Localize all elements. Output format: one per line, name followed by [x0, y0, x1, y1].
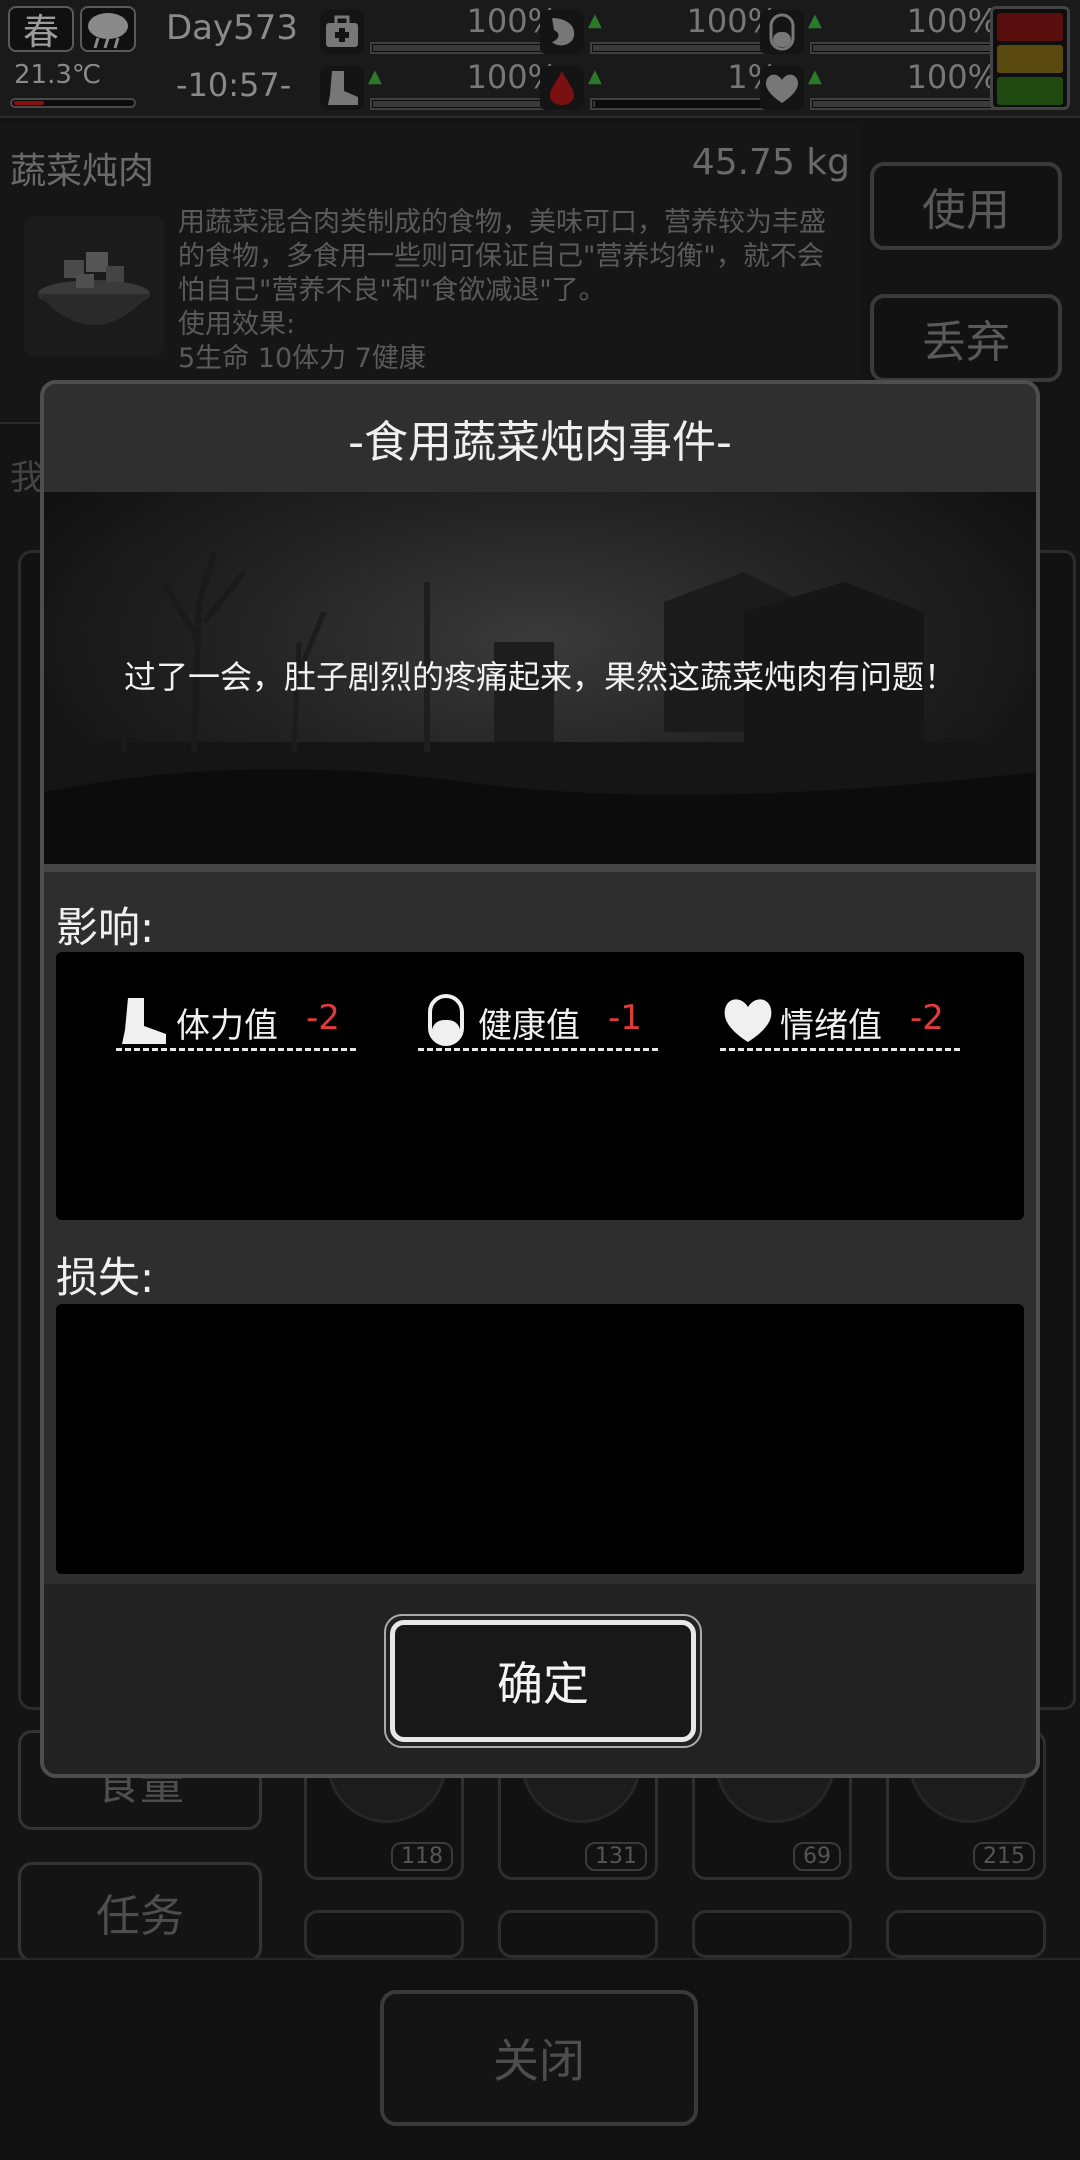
effect-health: 健康值 -1	[418, 988, 662, 1052]
boot-icon	[320, 66, 364, 110]
temperature-bar	[10, 98, 136, 108]
stat-bar	[810, 42, 1000, 54]
effect-value: -1	[608, 998, 642, 1038]
effect-mood: 情绪值 -2	[720, 988, 964, 1052]
alert-light-icon[interactable]	[990, 6, 1070, 110]
stat-fill	[593, 45, 777, 51]
item-name: 蔬菜炖肉	[10, 151, 155, 192]
heart-icon	[760, 66, 804, 110]
day-counter: Day573	[166, 8, 299, 48]
item-detail-panel: 蔬菜炖肉 45.75 kg 用蔬菜混合肉类制成的食物，美味可口，营养较为丰盛的食…	[0, 124, 860, 424]
effect-label: 情绪值	[780, 1006, 882, 1046]
loss-list	[56, 1304, 1024, 1574]
event-dialog: -食用蔬菜炖肉事件- 过了一会，肚子剧烈的疼痛起来，果然这蔬菜炖肉有问题！ 影响…	[40, 380, 1040, 1778]
impact-heading: 影响:	[56, 903, 155, 952]
stomach-icon	[540, 10, 584, 54]
arrow-up-icon: ▲	[808, 66, 822, 87]
stat-medical[interactable]: 100%	[320, 2, 570, 56]
use-button[interactable]: 使用	[870, 162, 1062, 250]
slot-count: 215	[973, 1842, 1035, 1871]
stat-fill	[373, 101, 557, 107]
confirm-button[interactable]: 确定	[390, 1620, 696, 1742]
game-screen: 春 21.3℃ Day573 -10:57- 100% ▲ 100% ▲ 100…	[0, 0, 1080, 2160]
arrow-up-icon: ▲	[588, 10, 602, 31]
stew-bowl-icon	[24, 216, 164, 356]
inventory-slot[interactable]	[886, 1910, 1046, 1958]
inventory-slot[interactable]	[692, 1910, 852, 1958]
section-label-partial: 我	[10, 458, 44, 498]
temperature-fill	[14, 101, 44, 105]
stat-fill	[813, 45, 997, 51]
divider	[44, 864, 1036, 872]
stat-blood[interactable]: ▲ 1%	[540, 58, 790, 112]
status-bar: 春 21.3℃ Day573 -10:57- 100% ▲ 100% ▲ 100…	[0, 0, 1080, 118]
impact-list: 体力值 -2 健康值 -1 情绪值 -2	[56, 952, 1024, 1220]
tasks-tab[interactable]: 任务	[18, 1862, 262, 1962]
bottom-bar: 关闭	[0, 1958, 1080, 2160]
event-story-text: 过了一会，肚子剧烈的疼痛起来，果然这蔬菜炖肉有问题！	[123, 658, 956, 696]
confirm-button-frame: 确定	[384, 1614, 702, 1748]
clock: -10:57-	[176, 66, 292, 104]
stat-bar	[590, 42, 780, 54]
slot-count: 131	[585, 1842, 647, 1871]
capsule-icon	[760, 10, 804, 54]
event-scene-image: 过了一会，肚子剧烈的疼痛起来，果然这蔬菜炖肉有问题！	[44, 492, 1036, 864]
close-button[interactable]: 关闭	[380, 1990, 698, 2126]
stat-fill	[593, 101, 595, 107]
season-indicator: 春	[8, 6, 74, 53]
stat-mood[interactable]: ▲ 100%	[760, 58, 1010, 112]
stat-fill	[373, 45, 557, 51]
effect-label: 体力值	[176, 1006, 278, 1046]
discard-button[interactable]: 丢弃	[870, 294, 1062, 382]
stat-bar	[810, 98, 1000, 110]
dashed-underline	[418, 1048, 658, 1051]
stat-fill	[813, 101, 997, 107]
inventory-slot[interactable]	[498, 1910, 658, 1958]
arrow-up-icon: ▲	[588, 66, 602, 87]
blood-drop-icon	[540, 66, 584, 110]
stat-bar	[590, 98, 780, 110]
effect-value: -2	[306, 998, 340, 1038]
dashed-underline	[116, 1048, 356, 1051]
dashed-underline	[720, 1048, 960, 1051]
stat-value: 100%	[906, 2, 998, 40]
dialog-title: -食用蔬菜炖肉事件-	[44, 384, 1036, 492]
slot-count: 118	[391, 1842, 453, 1871]
capsule-icon	[418, 992, 474, 1048]
effect-stamina: 体力值 -2	[116, 988, 360, 1052]
inventory-slot[interactable]	[304, 1910, 464, 1958]
stat-value: 100%	[906, 58, 998, 96]
boot-icon	[116, 992, 172, 1048]
effect-label: 健康值	[478, 1006, 580, 1046]
cloud-rain-icon	[80, 6, 136, 52]
temperature-readout: 21.3℃	[14, 60, 102, 90]
stat-bar	[370, 42, 560, 54]
medkit-icon	[320, 10, 364, 54]
item-weight: 45.75 kg	[691, 142, 850, 183]
loss-heading: 损失:	[56, 1253, 155, 1302]
stat-bar	[370, 98, 560, 110]
item-description: 用蔬菜混合肉类制成的食物，美味可口，营养较为丰盛的食物，多食用一些则可保证自己"…	[178, 207, 826, 374]
stat-health[interactable]: ▲ 100%	[760, 2, 1010, 56]
arrow-up-icon: ▲	[368, 66, 382, 87]
stat-stamina[interactable]: ▲ 100%	[320, 58, 570, 112]
heart-icon	[720, 992, 776, 1048]
effect-value: -2	[910, 998, 944, 1038]
slot-count: 69	[793, 1842, 841, 1871]
stat-hunger[interactable]: ▲ 100%	[540, 2, 790, 56]
arrow-up-icon: ▲	[808, 10, 822, 31]
